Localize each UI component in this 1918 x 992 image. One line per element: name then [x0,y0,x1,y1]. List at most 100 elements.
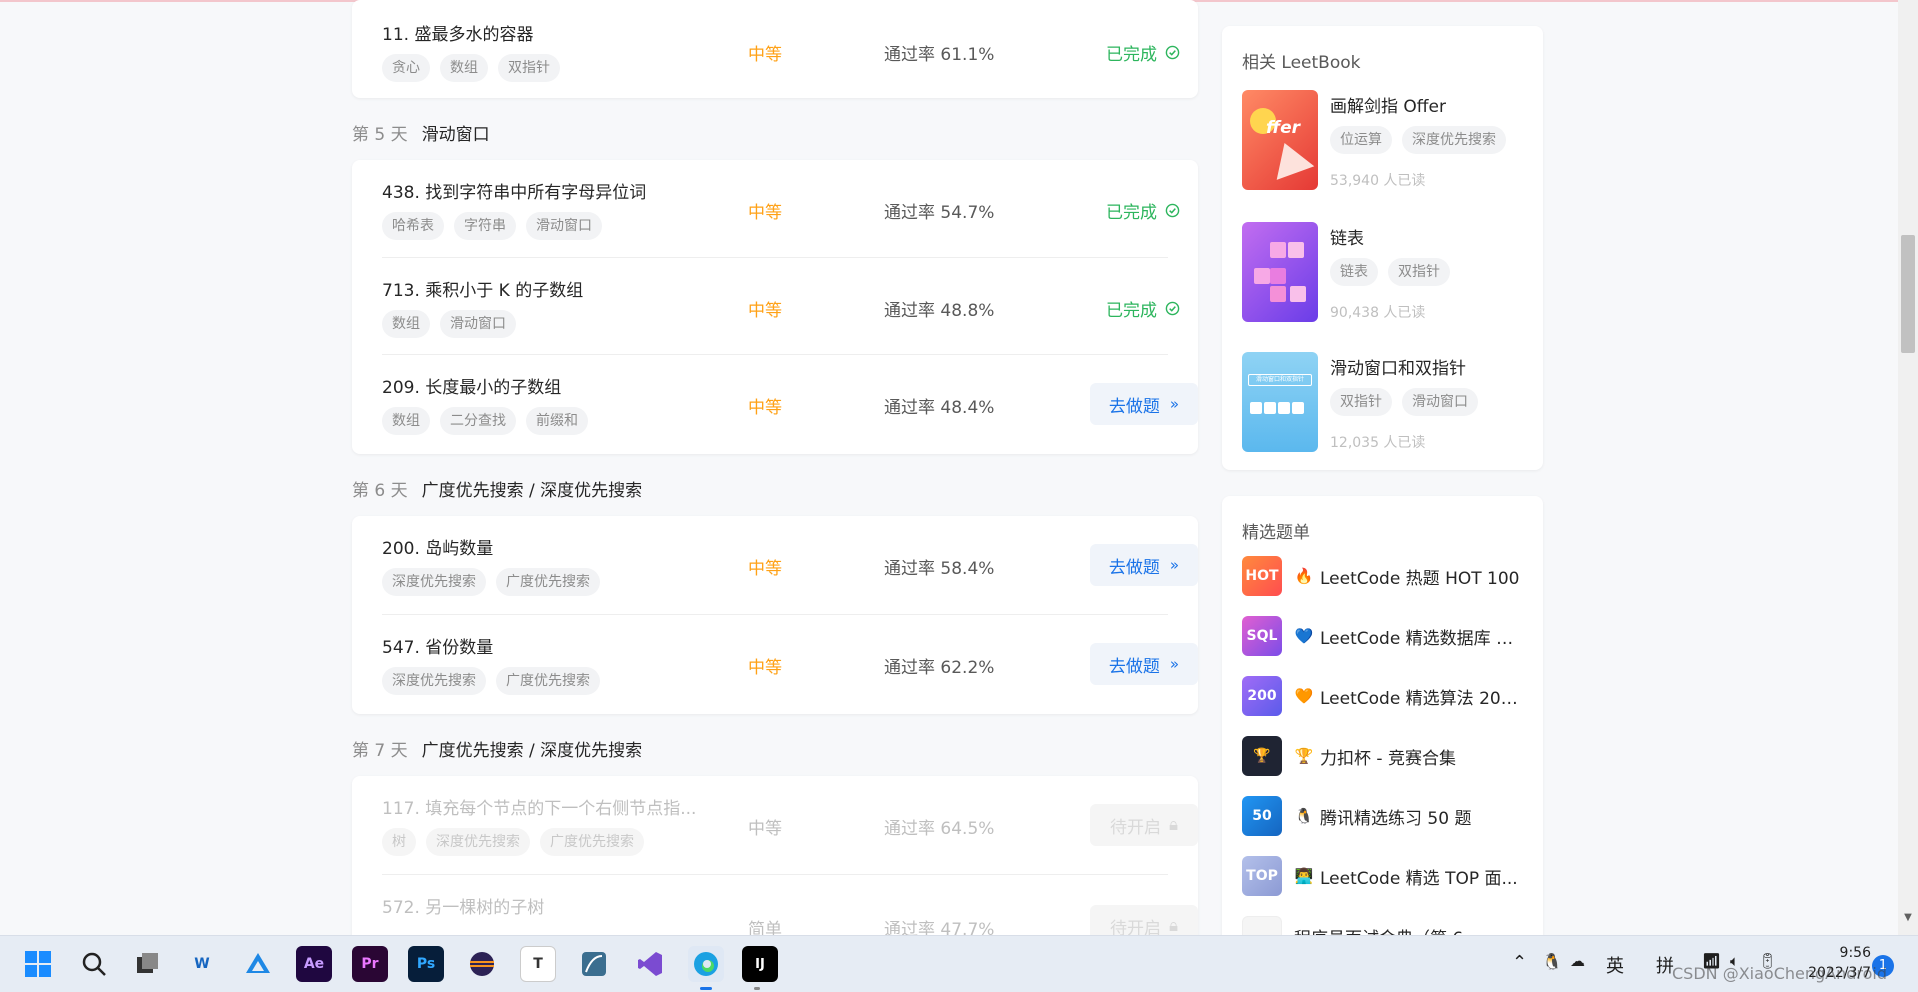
tag[interactable]: 广度优先搜索 [496,667,600,695]
mysql-workbench-icon[interactable] [576,946,612,982]
pass-rate: 通过率 48.4% [884,398,995,418]
tag[interactable]: 数组 [382,407,430,435]
completed-status: 已完成 [1106,296,1180,321]
book-tags: 双指针 滑动窗口 [1330,388,1478,416]
problem-title: 572. 另一棵树的子树 [382,898,545,918]
tag[interactable]: 数组 [382,310,430,338]
drive-app-icon[interactable] [240,946,276,982]
book-name[interactable]: 滑动窗口和双指针 [1330,354,1466,379]
list-name[interactable]: 力扣杯 - 竞赛合集 [1320,744,1520,769]
list-item[interactable]: 50 🐧 腾讯精选练习 50 题 [1242,796,1532,836]
list-name[interactable]: LeetCode 精选算法 200... [1320,684,1520,709]
tag: 树 [382,828,416,856]
book-tags: 链表 双指针 [1330,258,1450,286]
tag[interactable]: 深度优先搜索 [1402,126,1506,154]
tag[interactable]: 数组 [440,54,488,82]
problem-title[interactable]: 438. 找到字符串中所有字母异位词 [382,178,646,203]
list-thumb: TOP [1242,856,1282,896]
featured-lists-card: 精选题单 HOT 🔥 LeetCode 热题 HOT 100 SQL 💙 Lee… [1222,496,1543,976]
list-name[interactable]: LeetCode 精选 TOP 面... [1320,864,1520,889]
completed-label: 已完成 [1106,203,1157,223]
problem-row[interactable]: 209. 长度最小的子数组 数组 二分查找 前缀和 中等 通过率 48.4% 去… [382,354,1198,452]
running-app-indicator [754,987,760,990]
photoshop-icon[interactable]: Ps [408,946,444,982]
problem-tags: 数组 滑动窗口 [382,310,516,338]
problem-row[interactable]: 11. 盛最多水的容器 贪心 数组 双指针 中等 通过率 61.1% 已完成 [382,20,1180,90]
chevron-up-icon[interactable]: ⌃ [1512,952,1527,973]
problem-title[interactable]: 713. 乘积小于 K 的子数组 [382,276,583,301]
scroll-down-arrow-icon[interactable]: ▼ [1902,912,1914,926]
list-name[interactable]: LeetCode 热题 HOT 100 [1320,564,1520,589]
typora-icon[interactable]: T [520,946,556,982]
tag[interactable]: 滑动窗口 [1402,388,1478,416]
solve-button[interactable]: 去做题 » [1090,544,1198,586]
list-item[interactable]: 200 🧡 LeetCode 精选算法 200... [1242,676,1532,716]
scrollbar-thumb[interactable] [1901,235,1915,353]
trophy-icon: 🏆 [1294,747,1314,765]
tag[interactable]: 双指针 [498,54,560,82]
list-name[interactable]: 腾讯精选练习 50 题 [1320,804,1520,829]
page-scrollbar[interactable] [1898,0,1918,935]
problem-title[interactable]: 11. 盛最多水的容器 [382,20,533,45]
problem-row[interactable]: 438. 找到字符串中所有字母异位词 哈希表 字符串 滑动窗口 中等 通过率 5… [382,178,1180,258]
book-cover[interactable] [1242,222,1318,322]
problem-row[interactable]: 547. 省份数量 深度优先搜索 广度优先搜索 中等 通过率 62.2% 去做题… [382,614,1198,712]
tag[interactable]: 双指针 [1330,388,1392,416]
list-item[interactable]: SQL 💙 LeetCode 精选数据库 7... [1242,616,1532,656]
leetbook-item[interactable]: ffer 画解剑指 Offer 位运算 深度优先搜索 53,940 人已读 [1242,90,1532,190]
solve-button[interactable]: 去做题 » [1090,643,1198,685]
book-cover[interactable]: 滑动窗口和双指针 [1242,352,1318,452]
read-count: 53,940 人已读 [1330,173,1426,189]
book-cover[interactable]: ffer [1242,90,1318,190]
list-name[interactable]: LeetCode 精选数据库 7... [1320,624,1520,649]
problem-title[interactable]: 547. 省份数量 [382,633,493,658]
tag[interactable]: 深度优先搜索 [382,667,486,695]
list-item[interactable]: HOT 🔥 LeetCode 热题 HOT 100 [1242,556,1532,596]
problem-title[interactable]: 200. 岛屿数量 [382,534,493,559]
tag[interactable]: 位运算 [1330,126,1392,154]
list-item[interactable]: 🏆 🏆 力扣杯 - 竞赛合集 [1242,736,1532,776]
search-icon[interactable] [76,946,112,982]
cover-text: 滑动窗口和双指针 [1248,374,1312,386]
premiere-icon[interactable]: Pr [352,946,388,982]
intellij-idea-icon[interactable]: IJ [742,946,778,982]
leetbook-item[interactable]: 链表 链表 双指针 90,438 人已读 [1242,222,1532,322]
tag[interactable]: 前缀和 [526,407,588,435]
eclipse-icon[interactable] [464,946,500,982]
leetbook-item[interactable]: 滑动窗口和双指针 滑动窗口和双指针 双指针 滑动窗口 12,035 人已读 [1242,352,1532,452]
day-number: 第 6 天 [352,481,408,501]
tag[interactable]: 广度优先搜索 [496,568,600,596]
tag[interactable]: 深度优先搜索 [382,568,486,596]
tag[interactable]: 字符串 [454,212,516,240]
cloud-sync-icon[interactable]: ☁ [1570,952,1585,970]
windows-start-icon[interactable] [20,946,56,982]
wps-app-icon[interactable]: W [184,946,220,982]
problem-tags: 贪心 数组 双指针 [382,54,560,82]
tag[interactable]: 滑动窗口 [526,212,602,240]
tag[interactable]: 二分查找 [440,407,516,435]
check-circle-icon [1165,203,1180,218]
problem-row[interactable]: 200. 岛屿数量 深度优先搜索 广度优先搜索 中等 通过率 58.4% 去做题… [382,534,1198,614]
book-name[interactable]: 画解剑指 Offer [1330,92,1446,117]
qq-icon[interactable]: 🐧 [1542,952,1562,971]
tag[interactable]: 滑动窗口 [440,310,516,338]
problem-title[interactable]: 209. 长度最小的子数组 [382,373,561,398]
task-view-icon[interactable] [130,946,166,982]
featured-lists-title: 精选题单 [1242,523,1310,543]
list-thumb: 200 [1242,676,1282,716]
visual-studio-icon[interactable] [632,946,668,982]
problem-row[interactable]: 713. 乘积小于 K 的子数组 数组 滑动窗口 中等 通过率 48.8% 已完… [382,257,1180,355]
lock-icon: 🔒︎ [1168,916,1179,936]
after-effects-icon[interactable]: Ae [296,946,332,982]
ime-language[interactable]: 英 [1606,952,1624,978]
edge-browser-icon[interactable] [688,946,724,982]
tag[interactable]: 贪心 [382,54,430,82]
tag[interactable]: 链表 [1330,258,1378,286]
clock-time: 9:56 [1839,945,1871,961]
day-header: 第 7 天广度优先搜索 / 深度优先搜索 [352,736,642,761]
solve-button[interactable]: 去做题 » [1090,383,1198,425]
list-item[interactable]: TOP 👨‍💻 LeetCode 精选 TOP 面... [1242,856,1532,896]
tag[interactable]: 双指针 [1388,258,1450,286]
book-name[interactable]: 链表 [1330,224,1364,249]
tag[interactable]: 哈希表 [382,212,444,240]
